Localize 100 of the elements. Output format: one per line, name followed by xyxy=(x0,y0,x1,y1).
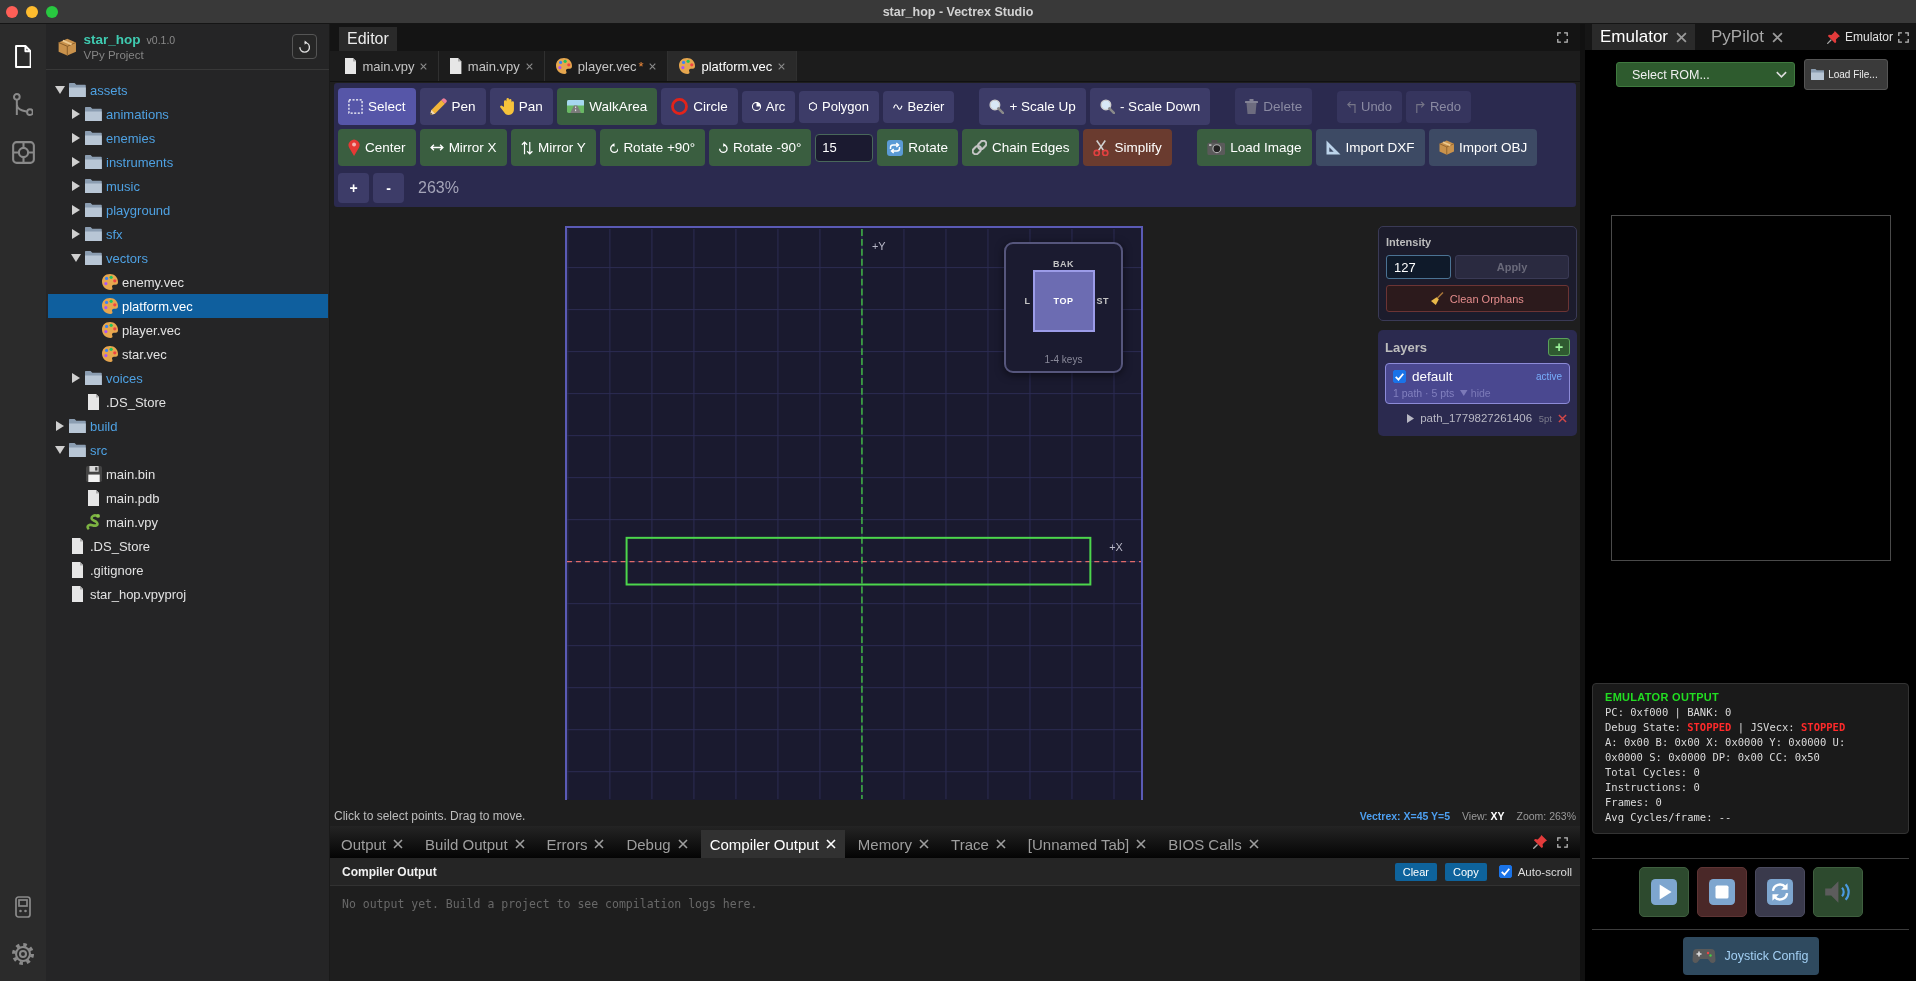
tree-item[interactable]: main.pdb xyxy=(48,486,328,510)
zoom-out-button[interactable]: - xyxy=(373,173,404,203)
panel-tab[interactable]: Emulator xyxy=(1592,24,1696,50)
close-icon[interactable] xyxy=(393,839,404,849)
editor-tab[interactable]: main.vpy xyxy=(334,51,440,81)
tree-item[interactable]: vectors xyxy=(48,246,328,270)
zoom-in-button[interactable]: + xyxy=(338,173,369,203)
device-icon[interactable] xyxy=(15,896,31,918)
panel-tab[interactable]: Compiler Output xyxy=(700,830,845,858)
pushpin-icon[interactable] xyxy=(1826,30,1840,44)
panel-tab[interactable]: [Unnamed Tab] xyxy=(1018,830,1156,858)
action-button[interactable]: Copy xyxy=(1445,862,1487,881)
toolbar-button[interactable]: Arc xyxy=(741,90,796,123)
panel-tab[interactable]: Build Output xyxy=(416,830,534,858)
tree-item[interactable]: enemy.vec xyxy=(48,270,328,294)
caret-right-icon[interactable] xyxy=(71,109,80,119)
toolbar-button[interactable]: Bezier xyxy=(883,90,955,123)
path-name[interactable]: path_1779827261406 xyxy=(1420,412,1533,424)
close-icon[interactable] xyxy=(1771,31,1783,43)
stop-button[interactable] xyxy=(1696,867,1747,917)
tree-item[interactable]: assets xyxy=(48,78,328,102)
tree-item[interactable]: platform.vec xyxy=(48,294,328,318)
maximize-icon[interactable] xyxy=(1557,836,1568,848)
toolbar-button[interactable]: Mirror Y xyxy=(510,129,596,166)
settings-icon[interactable] xyxy=(12,943,34,965)
tree-item[interactable]: player.vec xyxy=(48,318,328,342)
toolbar-button[interactable]: Import OBJ xyxy=(1428,129,1538,166)
window-zoom-icon[interactable] xyxy=(46,5,58,18)
close-icon[interactable] xyxy=(1136,839,1147,849)
panel-tab[interactable]: Memory xyxy=(848,830,939,858)
tree-item[interactable]: enemies xyxy=(48,126,328,150)
joystick-config-button[interactable]: Joystick Config xyxy=(1682,937,1819,975)
caret-right-icon[interactable] xyxy=(71,181,80,191)
sound-button[interactable] xyxy=(1812,867,1863,917)
editor-tab[interactable]: platform.vec xyxy=(668,51,798,81)
maximize-icon[interactable] xyxy=(1557,32,1568,43)
view-cube-face[interactable]: TOP xyxy=(1032,270,1095,332)
tree-item[interactable]: playground xyxy=(48,198,328,222)
load-file-button[interactable]: Load File... xyxy=(1804,59,1888,90)
panel-tab[interactable]: PyPilot xyxy=(1703,24,1791,50)
toolbar-button[interactable]: Simplify xyxy=(1083,129,1172,166)
caret-down-icon[interactable] xyxy=(54,446,65,454)
tree-item[interactable]: build xyxy=(48,414,328,438)
editor-tab[interactable]: main.vpy xyxy=(439,51,545,81)
tree-item[interactable]: star_hop.vpyproj xyxy=(48,582,328,606)
maximize-icon[interactable] xyxy=(1898,31,1909,43)
toolbar-button[interactable]: - Scale Down xyxy=(1089,88,1211,125)
panel-tab[interactable]: Debug xyxy=(617,830,697,858)
source-control-icon[interactable] xyxy=(12,93,34,116)
toolbar-button[interactable]: WalkArea xyxy=(556,88,658,125)
caret-right-icon[interactable] xyxy=(71,229,80,239)
tree-item[interactable]: main.bin xyxy=(48,462,328,486)
toolbar-button[interactable]: Chain Edges xyxy=(962,129,1080,166)
toolbar-button[interactable]: Polygon xyxy=(799,90,879,123)
files-icon[interactable] xyxy=(14,45,32,68)
tree-item[interactable]: .DS_Store xyxy=(48,390,328,414)
rom-select[interactable]: Select ROM... xyxy=(1616,62,1795,87)
rectangle-shape[interactable] xyxy=(625,536,1092,586)
tree-item[interactable]: voices xyxy=(48,366,328,390)
window-close-icon[interactable] xyxy=(6,5,18,18)
toolbar-button[interactable]: Load Image xyxy=(1196,129,1312,166)
close-icon[interactable] xyxy=(919,839,930,849)
toolbar-button[interactable]: Import DXF xyxy=(1315,129,1425,166)
panel-tab[interactable]: BIOS Calls xyxy=(1159,830,1268,858)
toolbar-button[interactable]: Pan xyxy=(489,88,553,125)
toolbar-button[interactable]: Mirror X xyxy=(419,129,507,166)
caret-right-icon[interactable] xyxy=(71,205,80,215)
checkbox[interactable] xyxy=(1393,370,1406,383)
tree-item[interactable]: music xyxy=(48,174,328,198)
close-icon[interactable] xyxy=(1248,839,1259,849)
window-minimize-icon[interactable] xyxy=(26,5,38,18)
tree-item[interactable]: .gitignore xyxy=(48,558,328,582)
refresh-button[interactable] xyxy=(292,34,317,59)
toolbar-button[interactable]: Rotate xyxy=(877,129,959,166)
target-square-icon[interactable] xyxy=(11,141,35,164)
tree-item[interactable]: star.vec xyxy=(48,342,328,366)
toolbar-button[interactable]: Pen xyxy=(419,88,486,125)
toolbar-button[interactable]: Select xyxy=(338,88,416,125)
angle-input[interactable]: 15 xyxy=(815,133,874,162)
pushpin-icon[interactable] xyxy=(1533,835,1547,849)
toolbar-button[interactable]: + Scale Up xyxy=(979,88,1086,125)
close-icon[interactable] xyxy=(594,839,605,849)
add-layer-button[interactable]: + xyxy=(1548,338,1570,356)
checkbox[interactable] xyxy=(1498,865,1512,878)
tree-item[interactable]: main.vpy xyxy=(48,510,328,534)
caret-down-icon[interactable] xyxy=(70,254,81,262)
toolbar-button[interactable]: Rotate -90° xyxy=(709,129,812,166)
panel-tab[interactable]: Output xyxy=(332,830,413,858)
tree-item[interactable]: sfx xyxy=(48,222,328,246)
close-icon[interactable] xyxy=(514,839,525,849)
panel-tab[interactable]: Errors xyxy=(537,830,614,858)
toolbar-button[interactable]: Circle xyxy=(661,88,738,125)
caret-right-icon[interactable] xyxy=(55,421,64,431)
toolbar-button[interactable]: Center xyxy=(338,129,416,166)
caret-down-icon[interactable] xyxy=(54,86,65,94)
tree-item[interactable]: .DS_Store xyxy=(48,534,328,558)
tree-item[interactable]: animations xyxy=(48,102,328,126)
reset-button[interactable] xyxy=(1754,867,1805,917)
run-button[interactable] xyxy=(1638,867,1689,917)
intensity-input[interactable]: 127 xyxy=(1386,255,1451,279)
